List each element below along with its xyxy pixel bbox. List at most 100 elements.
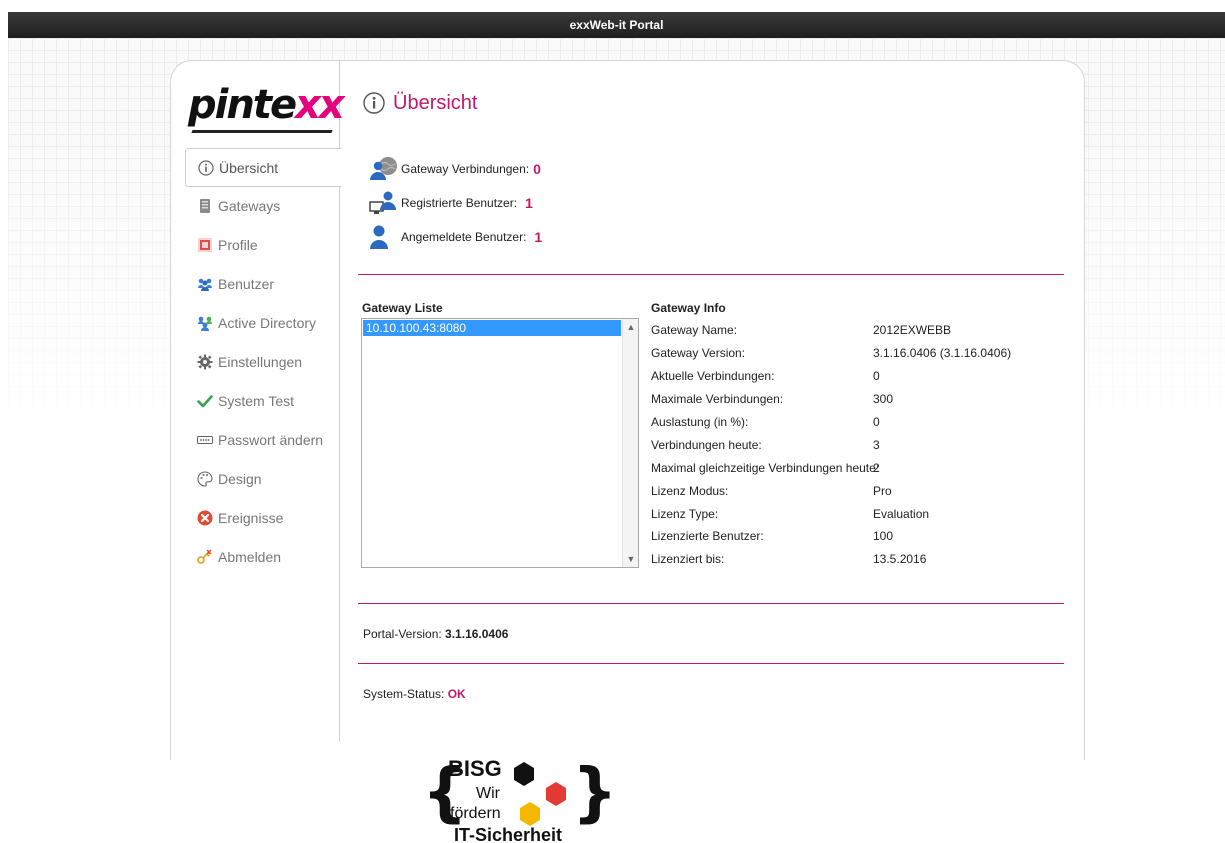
info-row: Verbindungen heute: 3 bbox=[651, 433, 1071, 456]
info-row: Lizenz Modus: Pro bbox=[651, 479, 1071, 502]
sidebar: pintexx Übersicht Gateways Profile Benut… bbox=[170, 60, 345, 742]
sidebar-item-system-test[interactable]: System Test bbox=[185, 382, 341, 421]
info-icon bbox=[198, 160, 214, 176]
sidebar-item-label: Einstellungen bbox=[218, 354, 303, 370]
sidebar-item-label: Abmelden bbox=[218, 549, 282, 565]
sidebar-item-label: System Test bbox=[218, 393, 294, 409]
gateway-listbox[interactable]: 10.10.100.43:8080 ▲ ▼ bbox=[361, 318, 639, 568]
info-key: Verbindungen heute: bbox=[651, 437, 762, 452]
info-row: Maximal gleichzeitige Verbindungen heute… bbox=[651, 456, 1071, 479]
info-value: 3.1.16.0406 (3.1.16.0406) bbox=[873, 346, 1012, 361]
info-key: Lizenzierte Benutzer: bbox=[651, 529, 764, 544]
sidebar-item-gateways[interactable]: Gateways bbox=[185, 187, 341, 226]
sidebar-item-label: Gateways bbox=[218, 198, 281, 214]
info-key: Aktuelle Verbindungen: bbox=[651, 369, 775, 384]
gateway-icon bbox=[200, 199, 210, 214]
info-icon bbox=[363, 91, 385, 114]
gateway-info-title: Gateway Info bbox=[651, 301, 726, 315]
svg-text:fördern: fördern bbox=[450, 805, 501, 822]
info-row: Aktuelle Verbindungen: 0 bbox=[651, 365, 1071, 388]
user-icon bbox=[370, 225, 388, 249]
info-value: 100 bbox=[873, 529, 894, 544]
info-row: Auslastung (in %): 0 bbox=[651, 411, 1071, 434]
svg-text:Wir: Wir bbox=[476, 785, 501, 802]
computer-user-icon bbox=[369, 191, 396, 214]
info-key: Maximale Verbindungen: bbox=[651, 392, 784, 407]
gear-icon bbox=[197, 354, 213, 370]
bisg-badge-logo: { } BISG Wir fördern IT-Sicherheit bbox=[422, 756, 610, 843]
palette-icon bbox=[197, 471, 213, 487]
sidebar-item-uebersicht[interactable]: Übersicht bbox=[185, 148, 342, 187]
info-key: Lizenz Type: bbox=[651, 506, 719, 521]
info-key: Auslastung (in %): bbox=[651, 415, 749, 429]
system-status: System-Status: OK bbox=[363, 687, 466, 701]
logout-icon bbox=[197, 549, 212, 565]
info-row: Gateway Version: 3.1.16.0406 (3.1.16.0406… bbox=[651, 342, 1071, 365]
stat-label: Registrierte Benutzer: bbox=[401, 196, 518, 210]
scroll-up-icon[interactable]: ▲ bbox=[623, 319, 639, 335]
sidebar-item-benutzer[interactable]: Benutzer bbox=[185, 265, 341, 304]
info-value: 0 bbox=[873, 369, 880, 384]
sidebar-item-label: Design bbox=[218, 471, 262, 487]
gateway-list-title: Gateway Liste bbox=[362, 301, 443, 315]
sidebar-item-ereignisse[interactable]: Ereignisse bbox=[185, 499, 341, 538]
info-value: Evaluation bbox=[873, 506, 930, 521]
stat-angemeldete-benutzer: Angemeldete Benutzer: 1 bbox=[369, 224, 542, 250]
error-icon bbox=[197, 510, 213, 526]
info-key: Gateway Version: bbox=[651, 346, 746, 361]
sidebar-item-label: Active Directory bbox=[218, 315, 317, 331]
main-content: Übersicht Gateway Verbindungen: 0 Registr… bbox=[341, 60, 1085, 742]
portal-title: exxWeb-it Portal bbox=[569, 18, 664, 32]
info-value: 13.5.2016 bbox=[873, 552, 927, 567]
gateway-list-item[interactable]: 10.10.100.43:8080 bbox=[363, 320, 621, 336]
portal-version-value: 3.1.16.0406 bbox=[445, 627, 509, 641]
info-key: Gateway Name: bbox=[651, 323, 738, 338]
portal-version: Portal-Version: 3.1.16.0406 bbox=[363, 627, 508, 641]
active-directory-icon bbox=[198, 316, 212, 332]
info-row: Lizenziert bis: 13.5.2016 bbox=[651, 548, 1071, 571]
info-value: 2012EXWEBB bbox=[873, 323, 952, 338]
gateway-info-table: Gateway Name: 2012EXWEBB Gateway Version:… bbox=[651, 319, 1071, 571]
logo-underline bbox=[191, 130, 333, 133]
info-key: Lizenziert bis: bbox=[651, 552, 725, 567]
info-key: Lizenz Modus: bbox=[651, 483, 729, 498]
users-icon bbox=[198, 278, 212, 292]
listbox-scrollbar[interactable]: ▲ ▼ bbox=[622, 319, 638, 567]
sidebar-item-passwort[interactable]: Passwort ändern bbox=[185, 421, 341, 460]
info-row: Lizenzierte Benutzer: 100 bbox=[651, 525, 1071, 548]
info-value: 2 bbox=[873, 460, 880, 475]
sidebar-item-einstellungen[interactable]: Einstellungen bbox=[185, 343, 341, 382]
info-row: Gateway Name: 2012EXWEBB bbox=[651, 319, 1071, 342]
svg-text:BISG: BISG bbox=[448, 756, 502, 781]
sidebar-item-abmelden[interactable]: Abmelden bbox=[185, 538, 341, 577]
sidebar-item-design[interactable]: Design bbox=[185, 460, 341, 499]
page-title: Übersicht bbox=[363, 91, 478, 115]
stat-gateway-verbindungen: Gateway Verbindungen: 0 bbox=[369, 156, 541, 182]
stat-value: 1 bbox=[534, 229, 543, 245]
sidebar-item-label: Ereignisse bbox=[218, 510, 284, 526]
info-row: Lizenz Type: Evaluation bbox=[651, 502, 1071, 525]
sidebar-item-profile[interactable]: Profile bbox=[185, 226, 341, 265]
divider bbox=[358, 603, 1064, 604]
stat-value: 0 bbox=[533, 161, 541, 177]
profile-icon bbox=[198, 238, 212, 253]
stat-registrierte-benutzer: Registrierte Benutzer: 1 bbox=[369, 190, 533, 216]
info-value: 0 bbox=[873, 415, 880, 429]
pintexx-logo[interactable]: pintexx bbox=[188, 82, 345, 132]
sidebar-item-label: Profile bbox=[218, 237, 258, 253]
info-row: Maximale Verbindungen: 300 bbox=[651, 388, 1071, 411]
system-status-label: System-Status: bbox=[363, 687, 445, 701]
stat-label: Angemeldete Benutzer: bbox=[401, 230, 527, 244]
info-value: 3 bbox=[873, 437, 880, 452]
scroll-down-icon[interactable]: ▼ bbox=[623, 551, 639, 567]
sidebar-item-active-directory[interactable]: Active Directory bbox=[185, 304, 341, 343]
stat-label: Gateway Verbindungen: bbox=[401, 162, 530, 176]
stat-value: 1 bbox=[525, 195, 533, 211]
sidebar-item-label: Passwort ändern bbox=[218, 432, 324, 448]
divider bbox=[358, 663, 1064, 664]
page-title-text: Übersicht bbox=[393, 92, 478, 114]
system-status-value: OK bbox=[447, 687, 466, 701]
checkmark-icon bbox=[197, 395, 213, 408]
sidebar-item-label: Übersicht bbox=[219, 160, 279, 176]
info-value: Pro bbox=[873, 483, 892, 498]
